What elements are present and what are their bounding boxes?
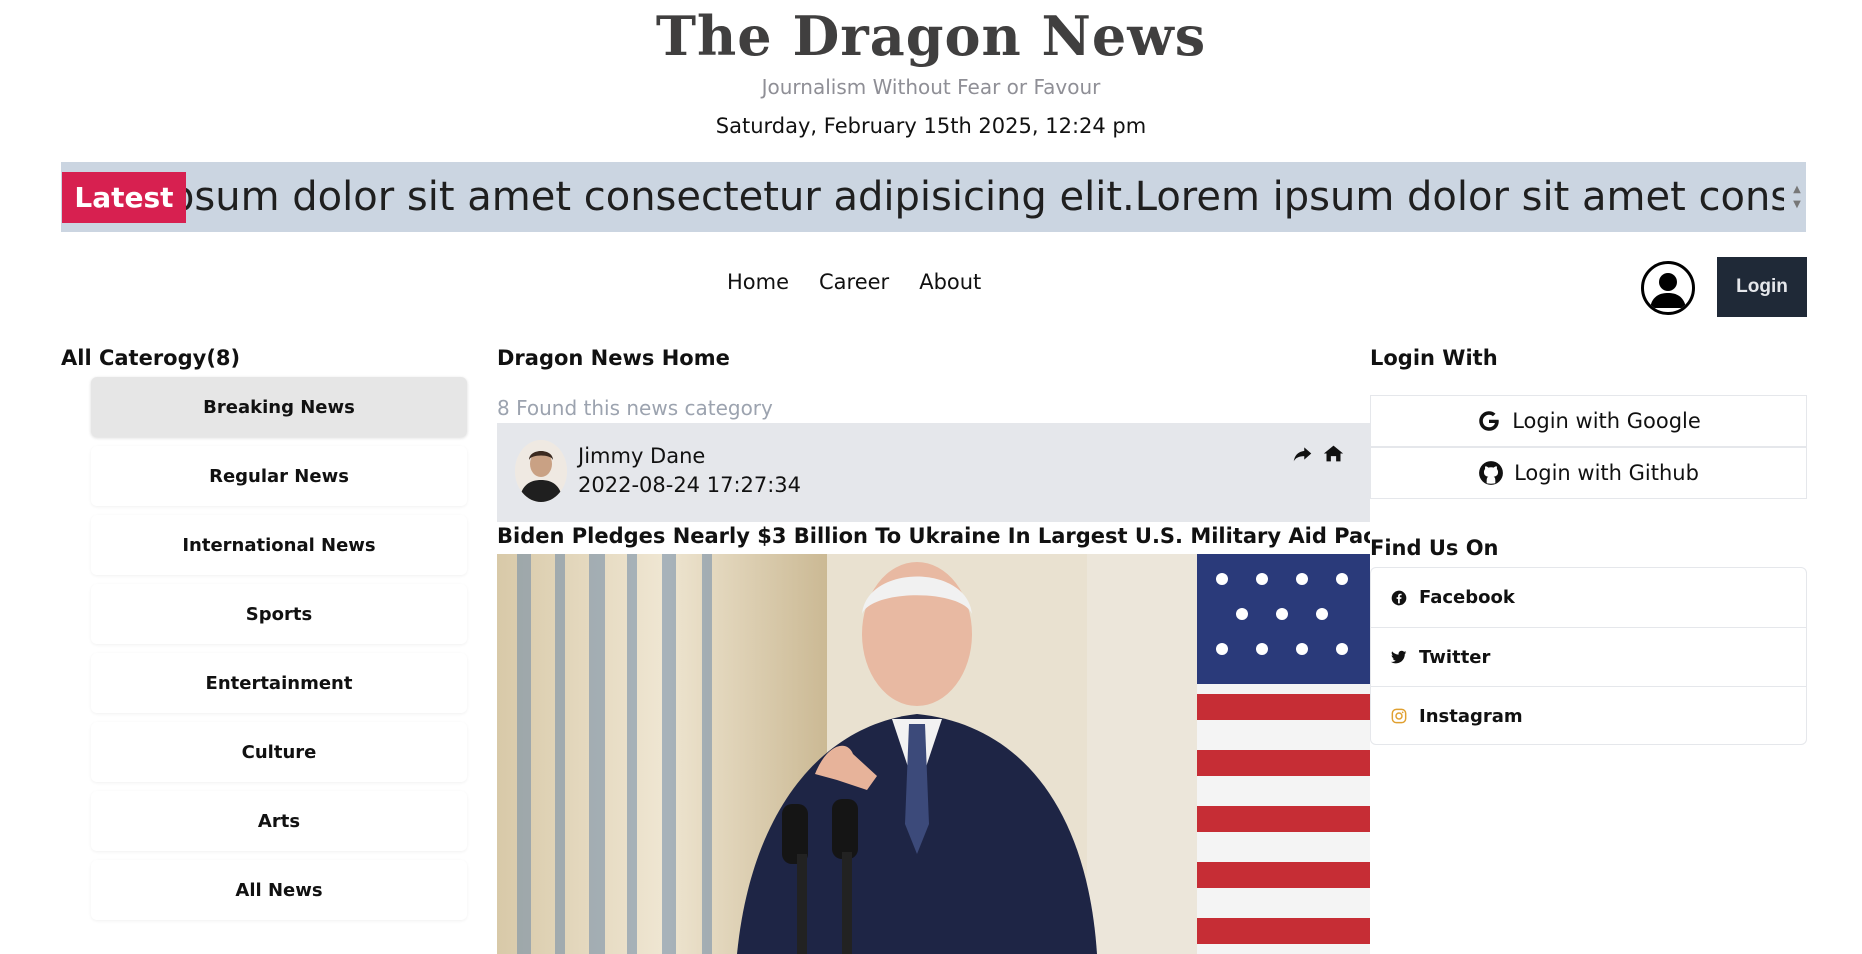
- category-sidebar: All Caterogy(8) Breaking News Regular Ne…: [61, 346, 467, 920]
- nav-link-about[interactable]: About: [919, 270, 981, 294]
- card-actions: [1292, 443, 1344, 464]
- news-feed: Dragon News Home 8 Found this news categ…: [497, 346, 1370, 954]
- category-item-regular-news[interactable]: Regular News: [91, 446, 467, 506]
- scroll-down-icon[interactable]: ▼: [1793, 199, 1801, 210]
- find-twitter-link[interactable]: Twitter: [1371, 627, 1806, 686]
- news-photo[interactable]: [497, 554, 1370, 954]
- find-us-list: Facebook Twitter Instagram: [1370, 567, 1807, 745]
- find-facebook-link[interactable]: Facebook: [1371, 568, 1806, 627]
- nav-link-career[interactable]: Career: [819, 270, 889, 294]
- author-name: Jimmy Dane: [578, 444, 706, 468]
- twitter-icon: [1391, 650, 1407, 664]
- instagram-icon: [1391, 708, 1407, 724]
- news-card-header: Jimmy Dane 2022-08-24 17:27:34: [497, 423, 1370, 522]
- home-icon[interactable]: [1323, 443, 1344, 464]
- ticker-marquee[interactable]: Lorem ipsum dolor sit amet consectetur a…: [186, 172, 1784, 223]
- ticker-scrollbar[interactable]: ▲ ▼: [1790, 184, 1804, 210]
- publish-date: 2022-08-24 17:27:34: [578, 473, 802, 497]
- github-icon: [1479, 461, 1503, 485]
- category-item-all-news[interactable]: All News: [91, 860, 467, 920]
- login-with-title: Login With: [1370, 346, 1498, 370]
- main-nav: Home Career About: [0, 270, 1862, 306]
- category-item-arts[interactable]: Arts: [91, 791, 467, 851]
- scroll-up-icon[interactable]: ▲: [1793, 184, 1801, 195]
- category-item-international-news[interactable]: International News: [91, 515, 467, 575]
- news-headline[interactable]: Biden Pledges Nearly $3 Billion To Ukrai…: [497, 524, 1370, 548]
- category-title: All Caterogy(8): [61, 346, 241, 370]
- nav-links: Home Career About: [727, 270, 981, 294]
- author-avatar: [515, 440, 567, 502]
- site-logo: The Dragon News: [655, 4, 1207, 68]
- login-google-button[interactable]: Login with Google: [1370, 395, 1807, 447]
- category-item-culture[interactable]: Culture: [91, 722, 467, 782]
- ticker-text: Lorem ipsum dolor sit amet consectetur a…: [186, 174, 1784, 220]
- category-item-breaking-news[interactable]: Breaking News: [91, 377, 467, 437]
- login-github-button[interactable]: Login with Github: [1370, 447, 1807, 499]
- facebook-label: Facebook: [1419, 587, 1515, 608]
- right-sidebar: Login With Login with Google Login with …: [1370, 346, 1807, 745]
- facebook-icon: [1391, 590, 1407, 605]
- login-github-label: Login with Github: [1514, 461, 1699, 485]
- twitter-label: Twitter: [1419, 646, 1491, 668]
- latest-badge: Latest: [62, 172, 186, 223]
- category-item-entertainment[interactable]: Entertainment: [91, 653, 467, 713]
- login-google-label: Login with Google: [1512, 409, 1701, 433]
- latest-news-ticker: Latest Lorem ipsum dolor sit amet consec…: [61, 162, 1806, 232]
- share-icon[interactable]: [1292, 443, 1313, 464]
- current-date: Saturday, February 15th 2025, 12:24 pm: [715, 114, 1147, 138]
- instagram-label: Instagram: [1419, 705, 1523, 727]
- find-instagram-link[interactable]: Instagram: [1371, 686, 1806, 745]
- login-button[interactable]: Login: [1717, 257, 1807, 317]
- category-item-sports[interactable]: Sports: [91, 584, 467, 644]
- find-us-title: Find Us On: [1370, 536, 1499, 560]
- feed-title: Dragon News Home: [497, 346, 730, 370]
- google-icon: [1479, 411, 1499, 431]
- found-count-text: 8 Found this news category: [497, 396, 773, 420]
- nav-link-home[interactable]: Home: [727, 270, 789, 294]
- user-avatar-icon[interactable]: [1641, 261, 1695, 315]
- site-tagline: Journalism Without Fear or Favour: [761, 75, 1101, 99]
